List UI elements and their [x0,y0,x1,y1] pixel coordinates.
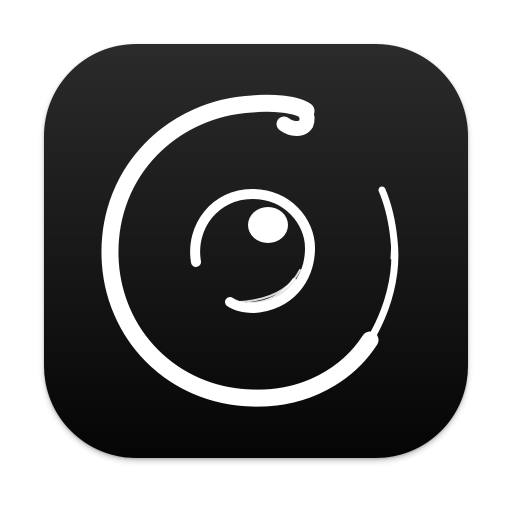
lens-highlight [248,207,288,243]
camera-lens-brush-stroke-icon [44,44,468,458]
icon-canvas [0,0,512,512]
app-icon[interactable] [44,44,468,458]
